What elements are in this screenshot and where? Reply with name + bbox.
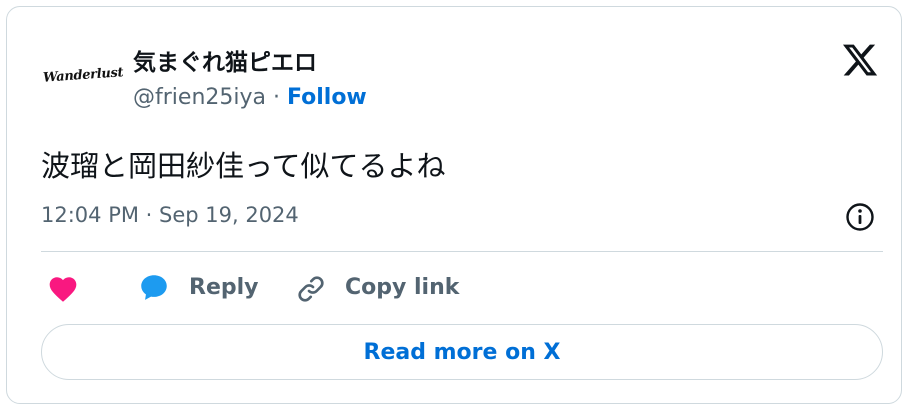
tweet-embed-card: Wanderlust 気まぐれ猫ピエロ @frien25iya · Follow… (6, 6, 902, 404)
handle-separator: · (266, 85, 287, 110)
info-icon[interactable] (844, 201, 876, 233)
x-logo-icon[interactable] (841, 41, 879, 79)
timestamp[interactable]: 12:04 PM · Sep 19, 2024 (41, 203, 299, 227)
follow-link[interactable]: Follow (287, 85, 367, 110)
heart-icon[interactable] (47, 273, 79, 305)
link-icon[interactable] (295, 273, 327, 305)
display-name[interactable]: 気まぐれ猫ピエロ (133, 43, 317, 77)
avatar[interactable]: Wanderlust (41, 33, 125, 117)
read-more-button[interactable]: Read more on X (41, 324, 883, 380)
reply-button[interactable]: Reply (189, 275, 259, 300)
handle-row: @frien25iya · Follow (133, 85, 367, 110)
tweet-text: 波瑠と岡田紗佳って似てるよね (41, 149, 446, 183)
copy-link-button[interactable]: Copy link (345, 275, 459, 300)
avatar-logo-text: Wanderlust (42, 64, 124, 86)
divider (41, 251, 883, 252)
user-handle[interactable]: @frien25iya (133, 85, 266, 110)
speech-bubble-icon[interactable] (137, 271, 171, 305)
